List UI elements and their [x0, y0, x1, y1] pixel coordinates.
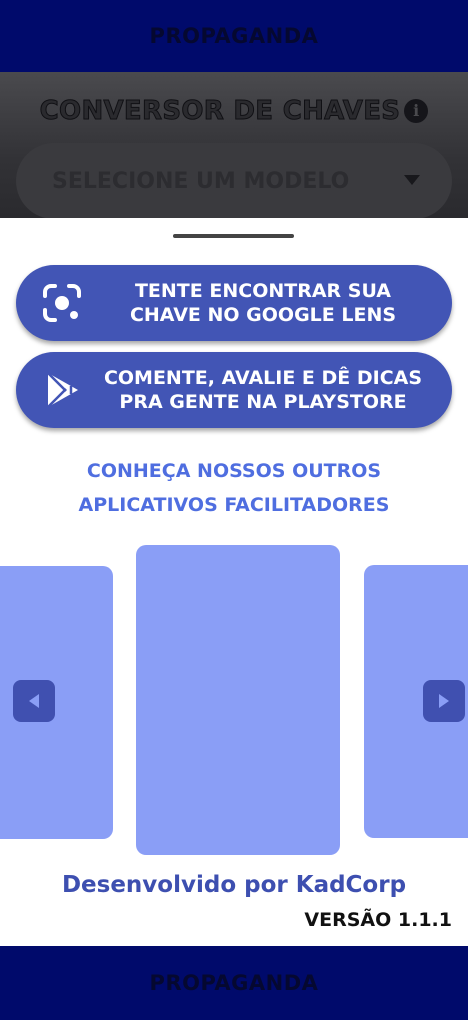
- page-title: CONVERSOR DE CHAVES i: [0, 96, 468, 127]
- other-apps-heading-line2: APLICATIVOS FACILITADORES: [78, 494, 390, 516]
- other-apps-heading-line1: CONHEÇA NOSSOS OUTROS: [86, 460, 382, 482]
- model-select-placeholder: SELECIONE UM MODELO: [52, 168, 350, 194]
- google-lens-line1: TENTE ENCONTRAR SUA: [134, 280, 392, 302]
- play-store-button[interactable]: COMENTE, AVALIE E DÊ DICAS PRA GENTE NA …: [16, 352, 452, 428]
- app-version: VERSÃO 1.1.1: [304, 909, 452, 931]
- app-card-current[interactable]: [136, 545, 340, 855]
- play-store-icon: [47, 372, 78, 408]
- play-store-button-text: COMENTE, AVALIE E DÊ DICAS PRA GENTE NA …: [94, 352, 432, 428]
- google-lens-icon: [43, 284, 81, 322]
- chevron-right-icon: [439, 694, 449, 708]
- carousel-next-button[interactable]: [423, 680, 465, 722]
- developer-credits: Desenvolvido por KadCorp: [61, 872, 407, 898]
- sheet-drag-handle[interactable]: [173, 234, 294, 238]
- ad-label: PROPAGANDA: [149, 24, 319, 48]
- google-lens-line2: CHAVE NO GOOGLE LENS: [129, 304, 397, 326]
- play-store-line2: PRA GENTE NA PLAYSTORE: [119, 391, 407, 413]
- google-lens-button-text: TENTE ENCONTRAR SUA CHAVE NO GOOGLE LENS: [94, 265, 432, 341]
- page-title-text: CONVERSOR DE CHAVES: [39, 96, 401, 127]
- chevron-left-icon: [29, 694, 39, 708]
- bottom-sheet: TENTE ENCONTRAR SUA CHAVE NO GOOGLE LENS…: [0, 218, 468, 946]
- ad-label: PROPAGANDA: [149, 971, 319, 995]
- play-store-line1: COMENTE, AVALIE E DÊ DICAS: [103, 367, 423, 389]
- model-select[interactable]: SELECIONE UM MODELO: [16, 143, 452, 219]
- ad-banner-top[interactable]: PROPAGANDA: [0, 0, 468, 72]
- other-apps-heading: CONHEÇA NOSSOS OUTROS APLICATIVOS FACILI…: [0, 454, 468, 522]
- google-lens-button[interactable]: TENTE ENCONTRAR SUA CHAVE NO GOOGLE LENS: [16, 265, 452, 341]
- chevron-down-icon: [404, 175, 420, 185]
- ad-banner-bottom[interactable]: PROPAGANDA: [0, 946, 468, 1020]
- info-icon[interactable]: i: [404, 99, 429, 123]
- carousel-prev-button[interactable]: [13, 680, 55, 722]
